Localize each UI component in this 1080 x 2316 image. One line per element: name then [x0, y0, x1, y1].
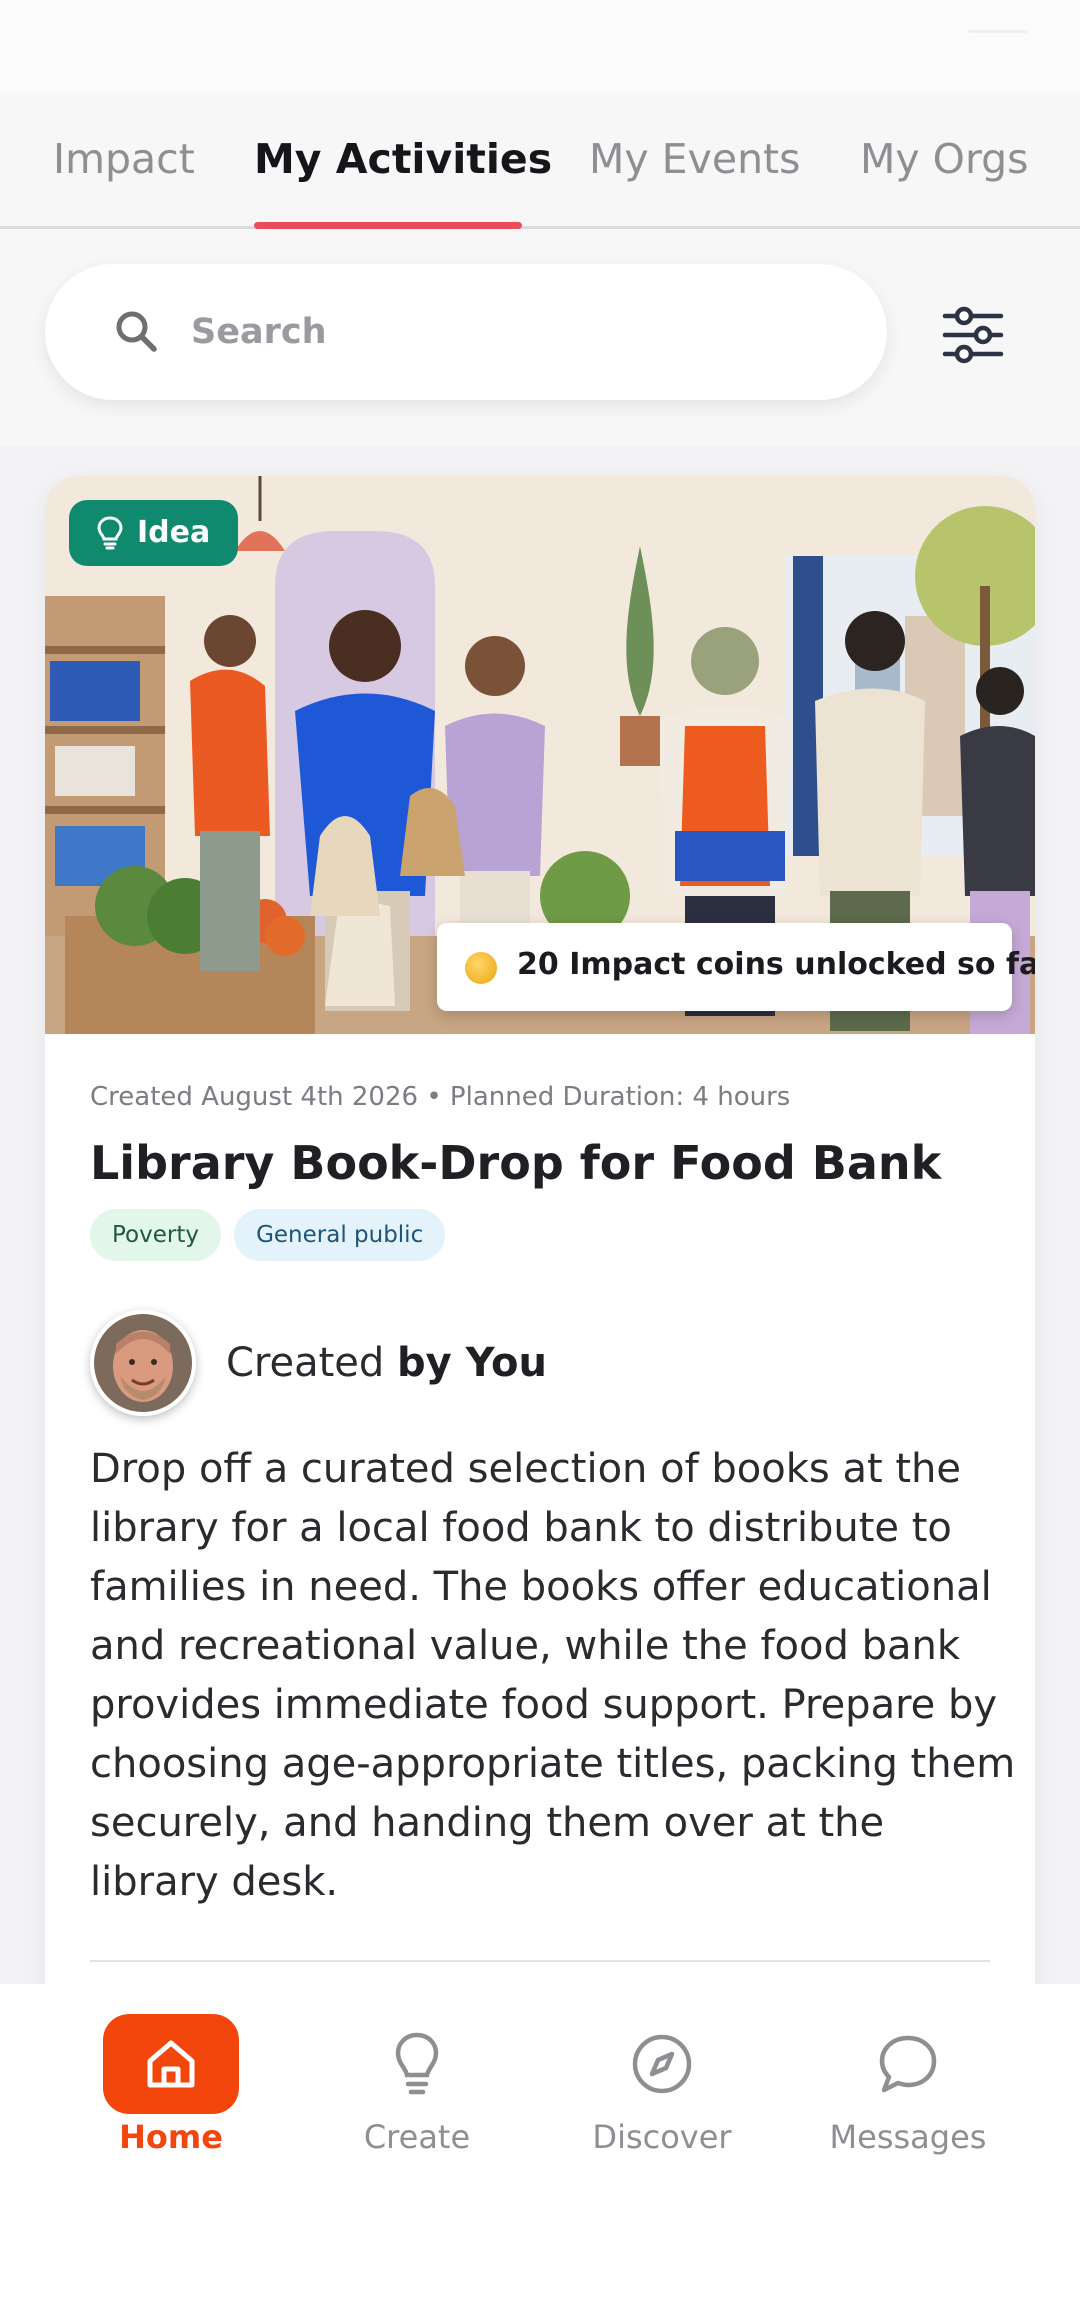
search-input[interactable]	[191, 300, 791, 364]
lightbulb-icon	[97, 516, 123, 550]
bottom-navigation: Home Create Discover Messages	[0, 1984, 1080, 2316]
card-divider	[90, 1960, 990, 1962]
creator-prefix: Created	[226, 1340, 385, 1386]
idea-badge-label: Idea	[137, 515, 211, 550]
impact-coins-badge: 20 Impact coins unlocked so far	[437, 923, 1035, 1011]
compass-icon-container	[594, 2014, 730, 2114]
coin-icon	[465, 952, 497, 984]
home-icon	[147, 2040, 195, 2088]
status-indicator	[968, 30, 1028, 33]
activity-meta: Created August 4th 2026 • Planned Durati…	[90, 1082, 791, 1112]
nav-messages-label: Messages	[829, 2118, 987, 2156]
activity-card[interactable]: Idea 20 Impact coins unlocked so far Cre…	[45, 476, 1035, 2076]
activity-illustration: Idea 20 Impact coins unlocked so far	[45, 476, 1035, 1034]
home-icon-container	[103, 2014, 239, 2114]
active-tab-indicator	[254, 222, 522, 229]
tab-my-orgs[interactable]: My Orgs	[860, 135, 1028, 183]
nav-discover-label: Discover	[592, 2118, 732, 2156]
impact-coins-text: 20 Impact coins unlocked so far	[517, 947, 1035, 982]
tab-my-events[interactable]: My Events	[589, 135, 801, 183]
nav-create[interactable]: Create	[317, 2014, 517, 2156]
nav-home[interactable]: Home	[71, 2014, 271, 2156]
search-icon	[116, 311, 157, 352]
lightbulb-icon-container	[349, 2014, 485, 2114]
idea-badge: Idea	[69, 500, 239, 566]
tab-bar: Impact My Activities My Events My Orgs	[0, 95, 1080, 229]
activity-title[interactable]: Library Book-Drop for Food Bank	[90, 1136, 941, 1190]
status-bar	[0, 0, 1080, 95]
app-screen: Impact My Activities My Events My Orgs S…	[0, 0, 1080, 2316]
nav-home-label: Home	[119, 2118, 223, 2156]
tab-my-activities[interactable]: My Activities	[254, 135, 552, 183]
lightbulb-icon	[395, 2032, 439, 2095]
avatar[interactable]	[90, 1310, 196, 1416]
nav-messages[interactable]: Messages	[808, 2014, 1008, 2156]
tab-impact[interactable]: Impact	[53, 135, 195, 183]
filter-sliders-icon[interactable]	[940, 302, 1006, 368]
chat-bubble-icon-container	[840, 2014, 976, 2114]
compass-icon	[632, 2034, 692, 2094]
creator-name: by You	[397, 1340, 547, 1386]
creator-label: Created by You	[226, 1340, 547, 1386]
nav-discover[interactable]: Discover	[562, 2014, 762, 2156]
tag-poverty[interactable]: Poverty	[90, 1209, 221, 1261]
tag-list: Poverty General public	[90, 1209, 453, 1263]
chat-bubble-icon	[879, 2035, 937, 2093]
search-row	[0, 232, 1080, 446]
tag-general-public[interactable]: General public	[234, 1209, 446, 1261]
activity-description: Drop off a curated selection of books at…	[90, 1446, 1016, 1905]
search-bar[interactable]	[45, 264, 887, 400]
nav-create-label: Create	[363, 2118, 471, 2156]
activity-feed[interactable]: Idea 20 Impact coins unlocked so far Cre…	[0, 446, 1080, 2076]
